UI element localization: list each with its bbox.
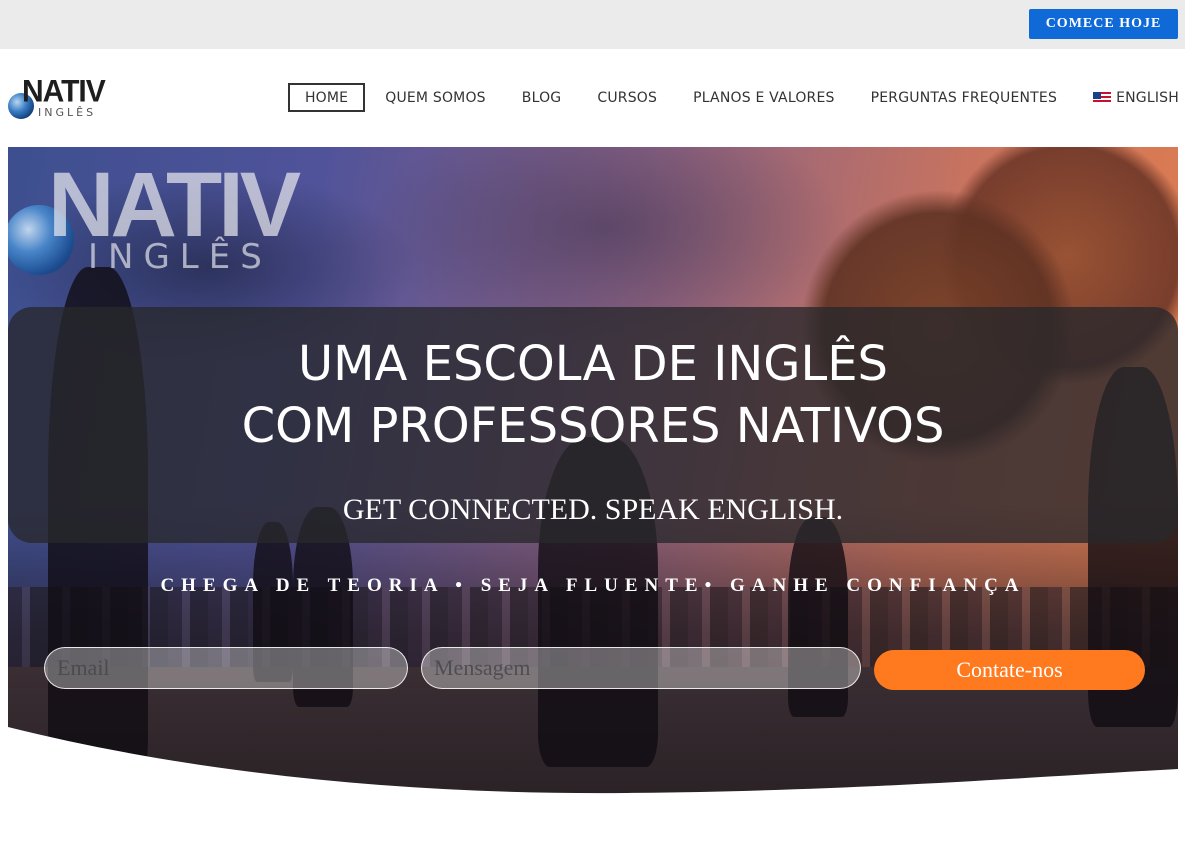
site-header: NATIV INGLÊS HOME QUEM SOMOS BLOG CURSOS… bbox=[0, 49, 1185, 147]
hero-bottom-curve bbox=[8, 727, 1178, 797]
hero-benefits: CHEGA DE TEORIA • SEJA FLUENTE• GANHE CO… bbox=[160, 575, 1026, 596]
headline-line-1: UMA ESCOLA DE INGLÊS bbox=[297, 336, 888, 392]
language-label: ENGLISH bbox=[1116, 89, 1179, 106]
nav-home[interactable]: HOME bbox=[287, 83, 366, 112]
logo-wordmark: NATIV bbox=[22, 74, 106, 109]
nav-language-english[interactable]: ENGLISH bbox=[1075, 83, 1179, 112]
hero-tagline: GET CONNECTED. SPEAK ENGLISH. bbox=[342, 493, 844, 526]
hero-logo: NATIV INGLÊS bbox=[8, 154, 308, 277]
logo-subtitle: INGLÊS bbox=[38, 106, 97, 119]
nav-plans[interactable]: PLANOS E VALORES bbox=[675, 83, 853, 112]
top-bar: COMECE HOJE bbox=[0, 0, 1185, 49]
nav-about[interactable]: QUEM SOMOS bbox=[367, 83, 504, 112]
email-input[interactable] bbox=[44, 647, 408, 689]
us-flag-icon bbox=[1093, 91, 1112, 104]
nav-courses[interactable]: CURSOS bbox=[579, 83, 675, 112]
headline-panel: UMA ESCOLA DE INGLÊS COM PROFESSORES NAT… bbox=[8, 307, 1178, 543]
start-today-button[interactable]: COMECE HOJE bbox=[1029, 9, 1178, 39]
main-nav: HOME QUEM SOMOS BLOG CURSOS PLANOS E VAL… bbox=[287, 83, 1179, 112]
message-input[interactable] bbox=[421, 647, 861, 689]
hero-headline: UMA ESCOLA DE INGLÊS COM PROFESSORES NAT… bbox=[8, 333, 1178, 457]
contact-button[interactable]: Contate-nos bbox=[874, 650, 1145, 690]
hero-logo-subtitle: INGLÊS bbox=[88, 237, 272, 277]
site-logo[interactable]: NATIV INGLÊS bbox=[8, 74, 108, 121]
nav-blog[interactable]: BLOG bbox=[504, 83, 580, 112]
headline-line-2: COM PROFESSORES NATIVOS bbox=[241, 398, 945, 454]
hero-section: NATIV INGLÊS UMA ESCOLA DE INGLÊS COM PR… bbox=[8, 147, 1178, 797]
nav-faq[interactable]: PERGUNTAS FREQUENTES bbox=[853, 83, 1075, 112]
